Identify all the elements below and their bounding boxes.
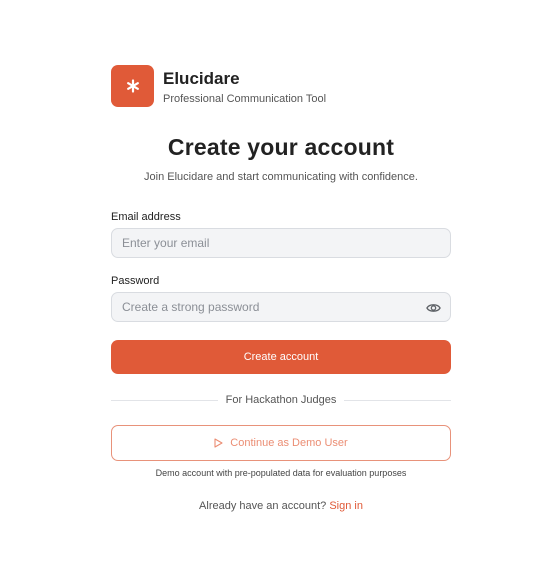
password-field[interactable]: [112, 293, 450, 321]
asterisk-icon: [126, 79, 139, 93]
divider-line-left: [111, 399, 218, 401]
password-label: Password: [111, 275, 160, 287]
signup-card: Elucidare Professional Communication Too…: [111, 65, 452, 512]
brand-name: Elucidare: [163, 68, 240, 88]
play-icon: [214, 438, 223, 448]
email-label: Email address: [111, 211, 181, 223]
demo-user-button[interactable]: Continue as Demo User: [111, 425, 451, 461]
create-account-label: Create account: [243, 351, 319, 363]
signin-row: Already have an account? Sign in: [111, 500, 451, 512]
demo-note: Demo account with pre-populated data for…: [155, 468, 407, 478]
divider-text: For Hackathon Judges: [225, 394, 337, 406]
logo: [111, 65, 154, 107]
brand-header: Elucidare Professional Communication Too…: [111, 65, 451, 107]
page-subtitle: Join Elucidare and start communicating w…: [144, 171, 418, 183]
page-title: Create your account: [167, 134, 395, 160]
signin-prompt: Already have an account?: [199, 500, 327, 512]
email-field[interactable]: [112, 229, 450, 257]
brand-text: Elucidare Professional Communication Too…: [163, 67, 326, 106]
password-field-wrapper: [111, 292, 451, 322]
brand-tagline: Professional Communication Tool: [163, 92, 327, 105]
demo-user-label: Continue as Demo User: [230, 437, 348, 449]
judges-divider: For Hackathon Judges: [111, 393, 452, 407]
divider-line-right: [344, 399, 452, 401]
signin-link[interactable]: Sign in: [329, 500, 363, 512]
eye-icon[interactable]: [426, 301, 441, 315]
create-account-button[interactable]: Create account: [111, 340, 451, 374]
email-field-wrapper: [111, 228, 451, 258]
